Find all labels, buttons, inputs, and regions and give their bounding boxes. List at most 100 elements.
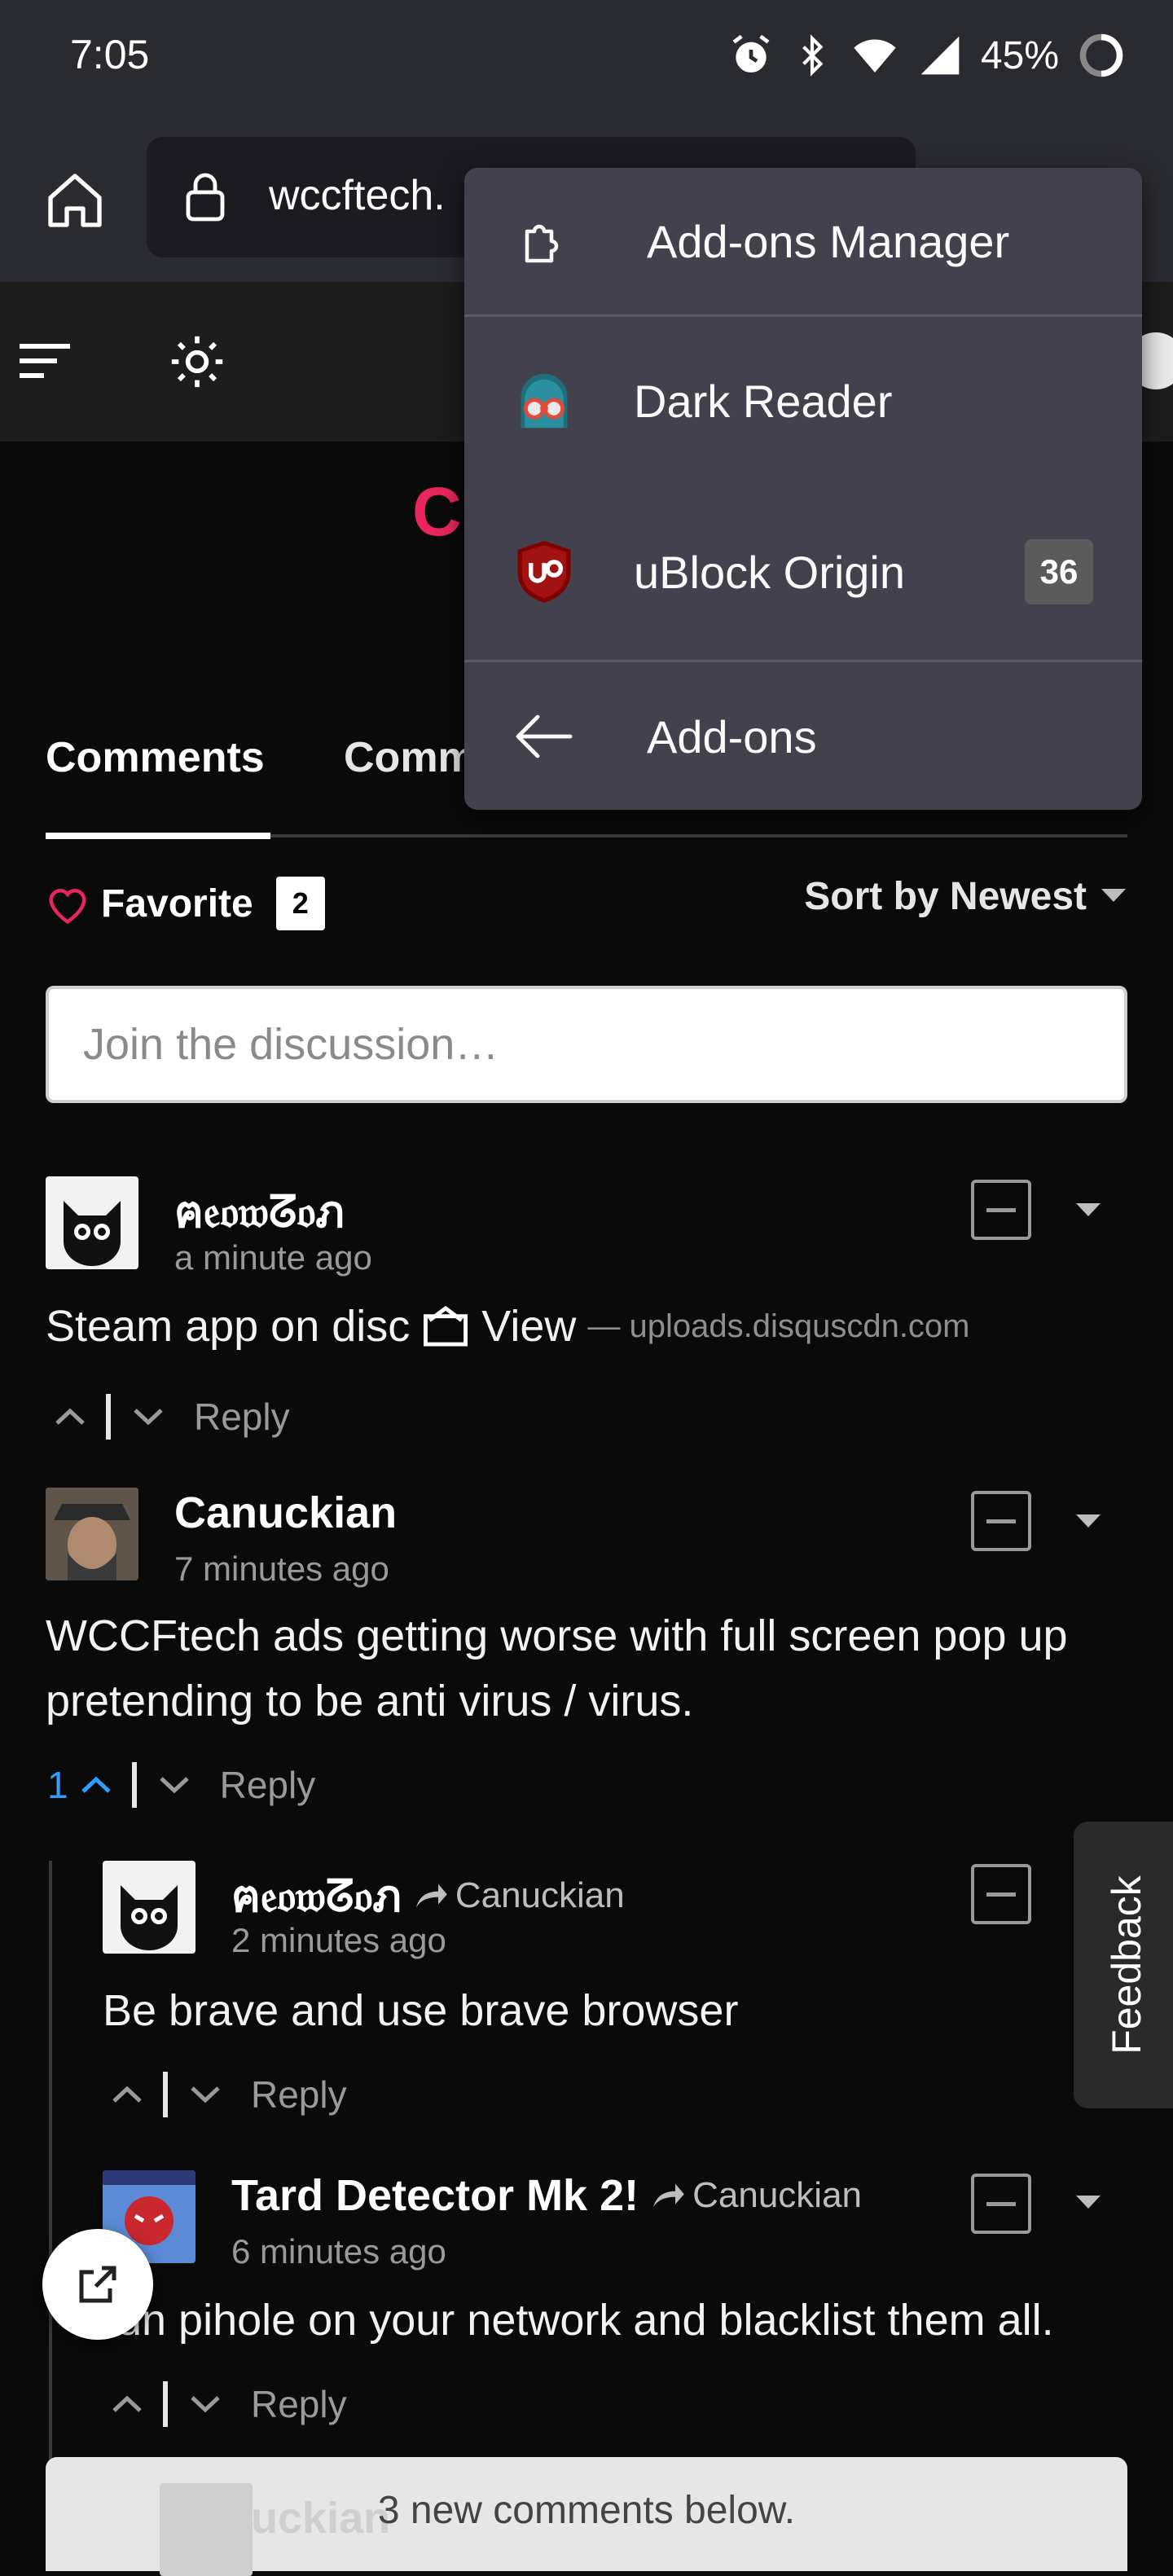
caret-down-icon — [1076, 1203, 1101, 1216]
comment-menu-button[interactable] — [1072, 1194, 1105, 1227]
heart-icon — [49, 889, 86, 924]
home-button[interactable] — [33, 158, 117, 243]
thread-line — [49, 1861, 52, 2529]
avatar[interactable] — [46, 1176, 138, 1269]
link-source: — uploads.disquscdn.com — [587, 1308, 970, 1344]
back-arrow-icon — [513, 706, 575, 767]
divider — [464, 660, 1142, 662]
comment-author[interactable]: Canuckian — [174, 1488, 397, 1538]
comment-actions: Reply — [54, 1388, 290, 1445]
comment-time[interactable]: 6 minutes ago — [231, 2232, 446, 2271]
feedback-label: Feedback — [1104, 1875, 1149, 2055]
dark-reader-icon — [513, 370, 575, 432]
bluetooth-icon — [792, 33, 833, 78]
discussion-box[interactable] — [46, 986, 1127, 1103]
reply-button[interactable]: Reply — [220, 1763, 316, 1807]
sort-dropdown[interactable]: Sort by Newest — [804, 873, 1126, 919]
author-name[interactable]: Tard Detector Mk 2! — [231, 2170, 639, 2221]
menu-item-dark-reader[interactable]: Dark Reader — [464, 318, 1142, 484]
collapse-button[interactable] — [971, 1864, 1031, 1924]
comment-body: Steam app on disc View — uploads.disqusc… — [46, 1294, 1127, 1359]
status-icons: 45% — [728, 29, 1126, 81]
upvote-icon[interactable] — [54, 1407, 86, 1426]
view-link[interactable]: View — [481, 1294, 576, 1359]
addons-menu: Add-ons Manager Dark Reader uBlock Origi… — [464, 168, 1142, 810]
collapse-button[interactable] — [971, 2174, 1031, 2234]
upvote-icon[interactable] — [80, 1775, 112, 1795]
caret-down-icon — [1076, 1514, 1101, 1528]
image-link-icon — [424, 1305, 468, 1347]
menu-item-label: uBlock Origin — [634, 546, 906, 598]
comment-author[interactable]: ฅ𝔢𝔬𝔴ᘔ𝔬ภ — [174, 1176, 345, 1246]
collapse-button[interactable] — [971, 1491, 1031, 1551]
share-button[interactable] — [42, 2229, 153, 2340]
menu-item-addons[interactable]: Add-ons — [464, 663, 1142, 810]
tab-community[interactable]: Comm — [344, 733, 476, 782]
comment-text: Steam app on disc — [46, 1302, 411, 1351]
status-time: 7:05 — [70, 32, 150, 77]
comment-time[interactable]: 7 minutes ago — [174, 1550, 389, 1589]
comment-actions: Reply — [111, 2066, 347, 2123]
comment-time[interactable]: a minute ago — [174, 1238, 372, 1277]
reply-button[interactable]: Reply — [251, 2073, 347, 2117]
collapse-button[interactable] — [971, 1180, 1031, 1240]
comment-author[interactable]: Tard Detector Mk 2! Canuckian — [231, 2170, 862, 2221]
comment-menu-button[interactable] — [1072, 1506, 1105, 1538]
reply-arrow-icon — [415, 1884, 447, 1908]
upvote-count: 1 — [47, 1764, 68, 1806]
downvote-icon[interactable] — [189, 2394, 222, 2414]
share-icon — [79, 2266, 116, 2303]
alarm-icon — [728, 33, 774, 78]
comment-menu-button[interactable] — [1072, 2187, 1105, 2219]
site-logo-fragment: C — [412, 473, 462, 550]
blocked-count-badge: 36 — [1025, 539, 1093, 604]
downvote-icon[interactable] — [132, 1407, 165, 1426]
tab-comments[interactable]: Comments — [46, 733, 265, 782]
status-bar: 7:05 45% — [0, 0, 1173, 122]
sort-label: Sort by Newest — [804, 874, 1087, 918]
battery-icon — [1077, 31, 1126, 80]
comment-actions: 1 Reply — [47, 1756, 315, 1813]
sun-icon — [171, 336, 223, 388]
reply-to-name[interactable]: Canuckian — [692, 2175, 862, 2216]
discussion-input[interactable] — [49, 989, 1124, 1100]
upvote-icon[interactable] — [111, 2085, 143, 2104]
puzzle-icon — [513, 210, 575, 272]
url-text[interactable]: wccftech. — [269, 171, 446, 220]
reply-to[interactable]: Canuckian — [650, 2175, 862, 2216]
wifi-icon — [850, 33, 899, 78]
upvote-icon[interactable] — [111, 2394, 143, 2414]
reply-to[interactable]: Canuckian — [413, 1875, 625, 1916]
menu-item-addons-manager[interactable]: Add-ons Manager — [464, 168, 1142, 314]
new-comments-banner[interactable]: Canuckian 3 new comments below. — [46, 2457, 1127, 2576]
comment-time[interactable]: 2 minutes ago — [231, 1921, 446, 1960]
favorite-label: Favorite — [101, 881, 253, 925]
menu-item-label: Add-ons — [647, 710, 817, 763]
comment-actions: Reply — [111, 2376, 347, 2433]
theme-toggle-button[interactable] — [169, 334, 225, 389]
favorite-button[interactable]: Favorite 2 — [46, 875, 325, 932]
divider — [464, 314, 1142, 317]
ublock-origin-icon — [513, 541, 575, 603]
feedback-button[interactable]: Feedback — [1074, 1822, 1173, 2108]
reply-to-name[interactable]: Canuckian — [455, 1875, 625, 1916]
reply-button[interactable]: Reply — [194, 1395, 290, 1439]
menu-item-ublock-origin[interactable]: uBlock Origin 36 — [464, 490, 1142, 653]
downvote-icon[interactable] — [158, 1775, 191, 1795]
downvote-icon[interactable] — [189, 2085, 222, 2104]
comment-body: WCCFtech ads getting worse with full scr… — [46, 1611, 1068, 1725]
lock-icon[interactable] — [176, 168, 235, 226]
menu-button[interactable] — [20, 339, 73, 385]
reply-arrow-icon — [653, 2183, 684, 2208]
home-icon — [48, 174, 102, 227]
avatar[interactable] — [103, 1861, 196, 1954]
battery-percent: 45% — [980, 33, 1059, 77]
menu-item-label: Add-ons Manager — [647, 215, 1010, 267]
avatar[interactable] — [46, 1488, 138, 1580]
comment-body: Be brave and use brave browser — [103, 1986, 739, 2035]
hamburger-icon — [20, 344, 70, 378]
new-comments-text[interactable]: 3 new comments below. — [46, 2488, 1127, 2533]
reply-button[interactable]: Reply — [251, 2382, 347, 2426]
active-tab-indicator — [46, 833, 270, 839]
menu-item-label: Dark Reader — [634, 375, 893, 427]
